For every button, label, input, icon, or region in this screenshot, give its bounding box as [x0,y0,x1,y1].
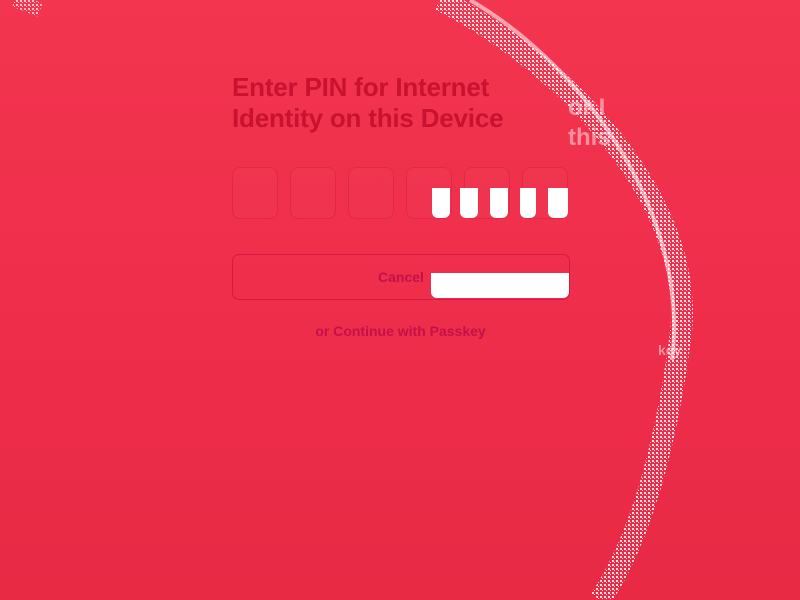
pin-digit-3[interactable] [348,167,394,219]
pin-digit-1[interactable] [232,167,278,219]
pin-digit-2[interactable] [290,167,336,219]
ghost-link-fragment: key [658,342,682,358]
continue-with-passkey-link[interactable]: or Continue with Passkey [232,323,569,339]
glitch-block [490,188,508,218]
pin-entry-dialog: Enter PIN for Internet Identity on this … [232,72,570,339]
glitch-block [431,273,569,298]
dialog-title: Enter PIN for Internet Identity on this … [232,72,504,133]
glitch-block [460,188,478,218]
glitch-block [548,188,568,218]
ghost-title-fragment: or I this [568,94,611,151]
glitch-block [520,188,536,218]
glitch-block [432,188,450,218]
pin-input-row [232,167,569,219]
